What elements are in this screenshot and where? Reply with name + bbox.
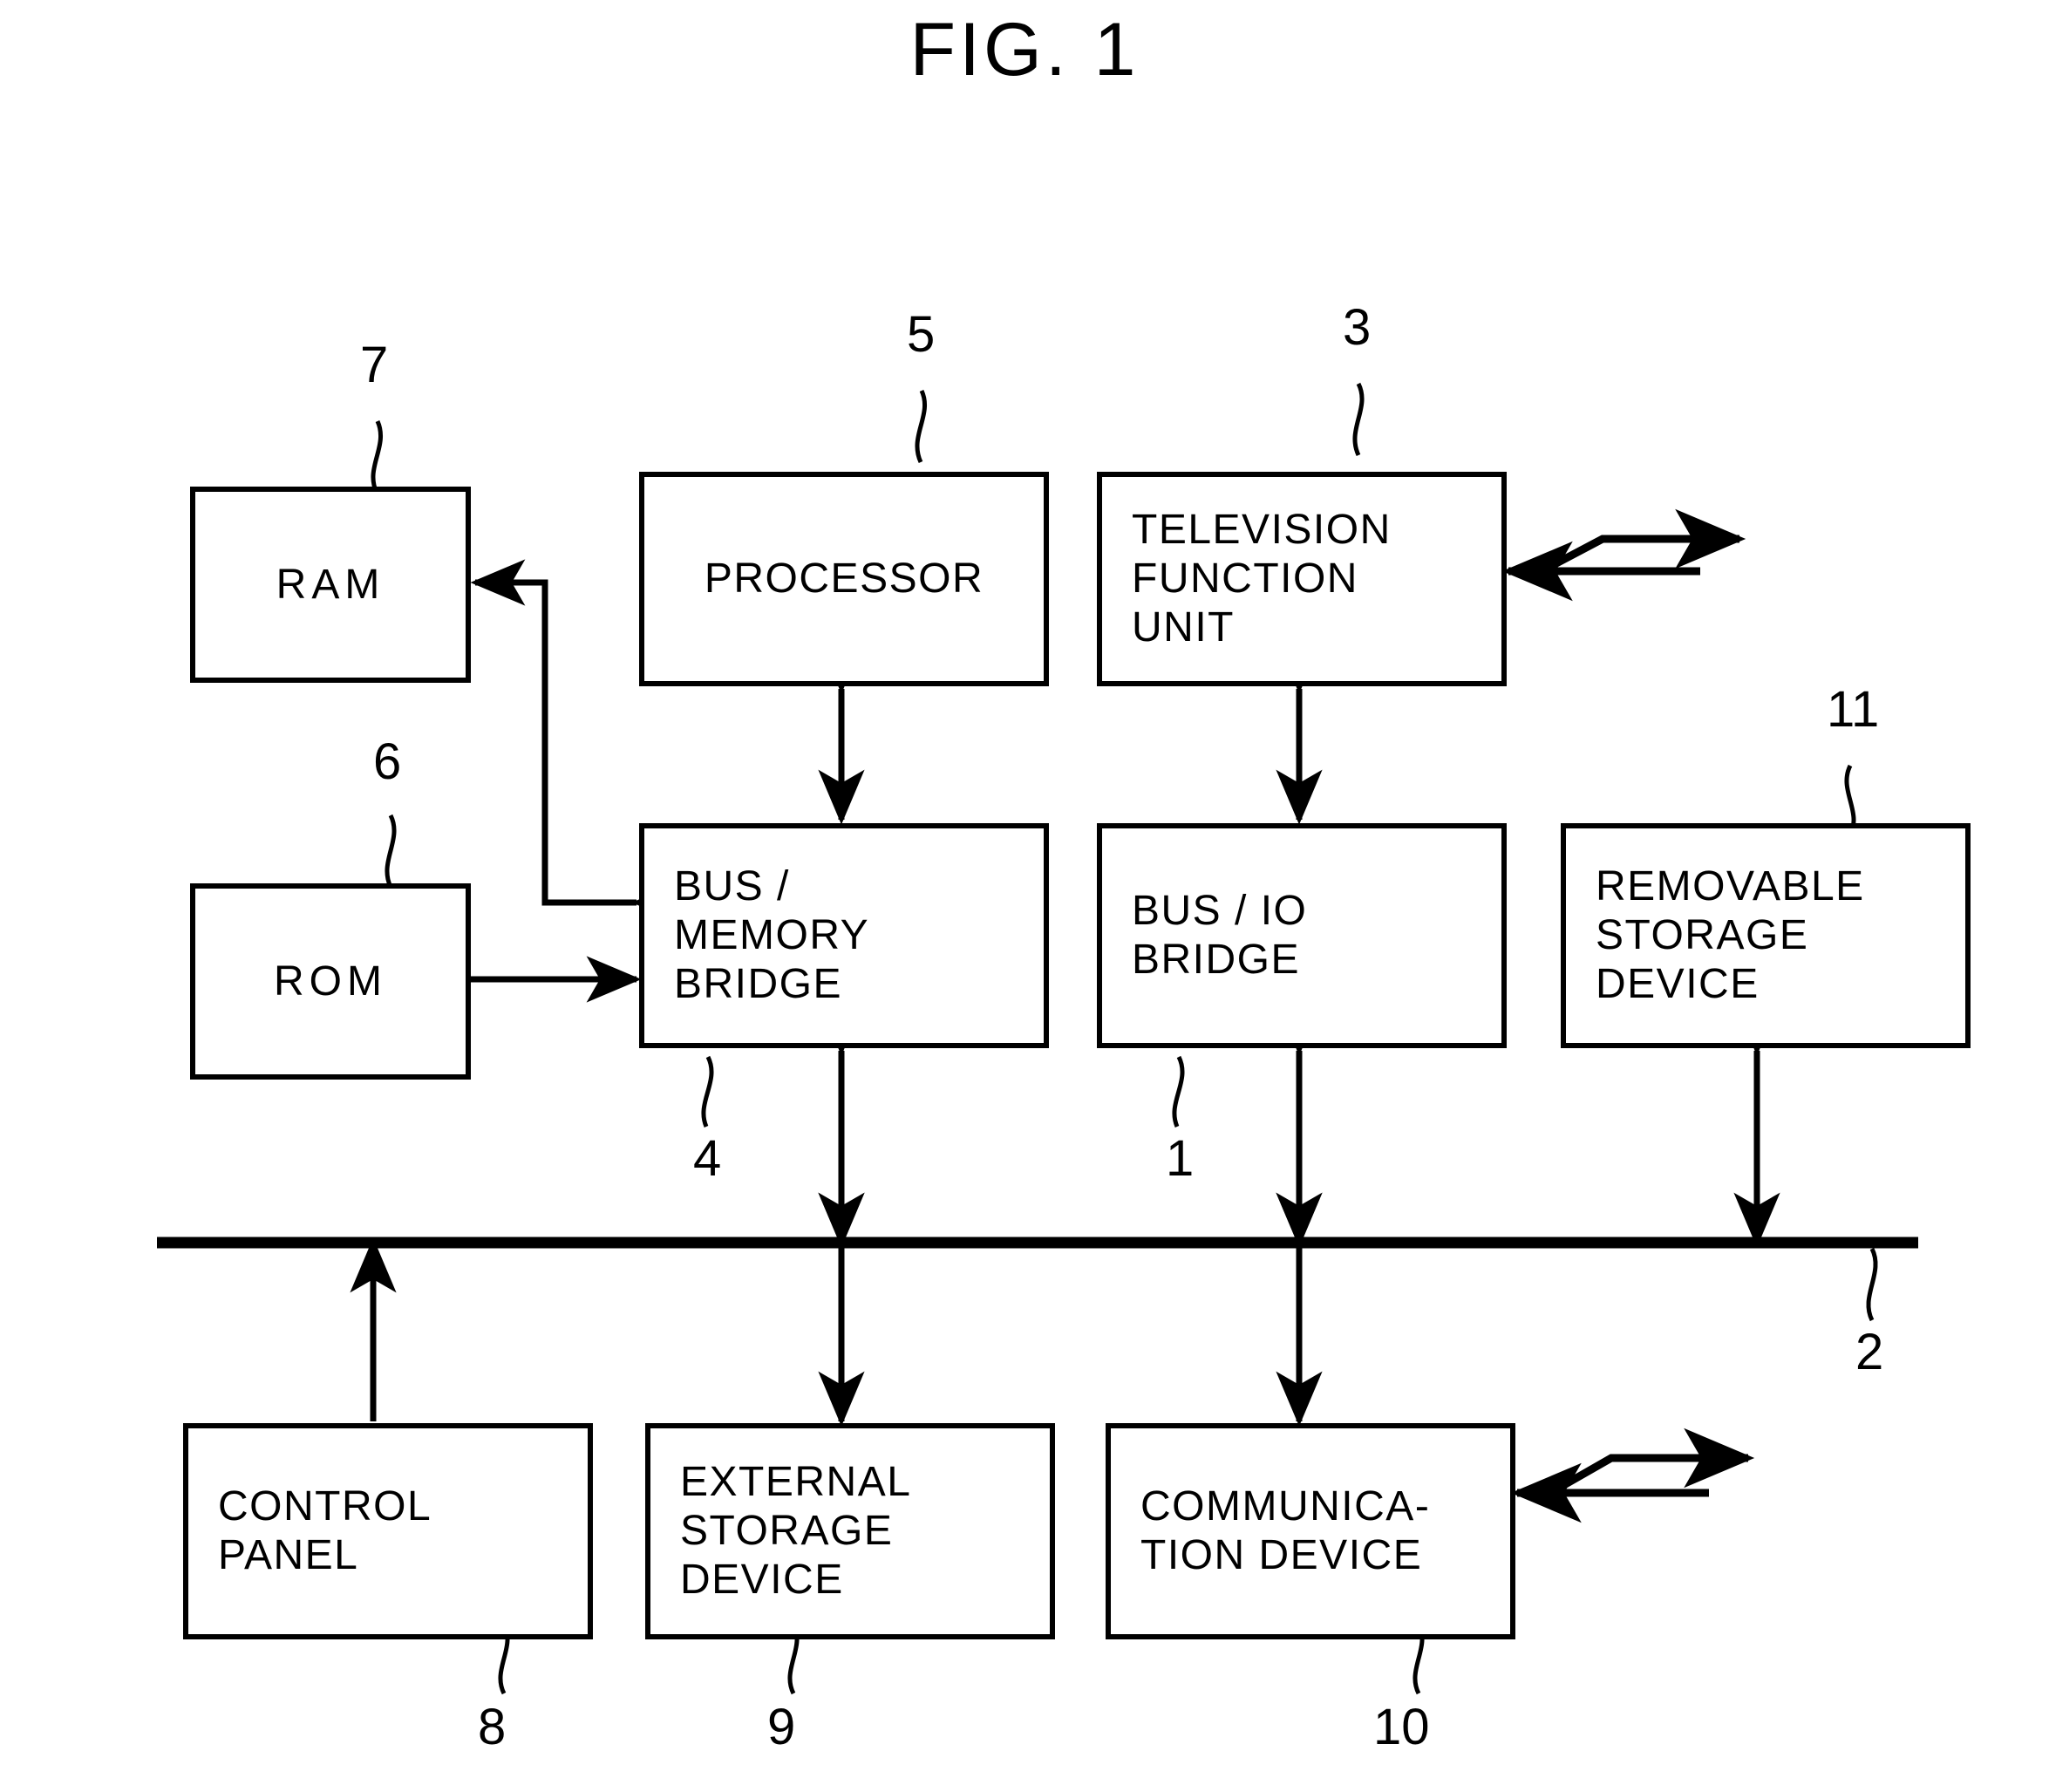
lead-line-busmemory: [701, 1055, 714, 1128]
lead-line-television: [1352, 382, 1365, 457]
ref-numeral-removable-storage-device: 11: [1827, 681, 1880, 738]
node-external-storage-device-label: EXTERNAL STORAGE DEVICE: [680, 1459, 912, 1603]
ref-numeral-external-storage-device: 9: [767, 1699, 796, 1755]
node-television-function-unit[interactable]: TELEVISION FUNCTION UNIT: [1097, 472, 1507, 686]
lead-line-processor: [915, 389, 928, 464]
lead-line-ram: [371, 419, 384, 494]
ref-numeral-bus: 2: [1855, 1324, 1884, 1380]
node-communication-device-label: COMMUNICA- TION DEVICE: [1140, 1483, 1431, 1578]
node-communication-device[interactable]: COMMUNICA- TION DEVICE: [1106, 1423, 1515, 1639]
node-ram[interactable]: RAM: [190, 487, 471, 683]
node-bus-io-bridge-label: BUS / IO BRIDGE: [1132, 888, 1308, 983]
node-bus-io-bridge[interactable]: BUS / IO BRIDGE: [1097, 823, 1507, 1048]
lead-line-rom: [385, 814, 397, 889]
node-ram-label: RAM: [276, 561, 385, 608]
ref-numeral-ram: 7: [360, 337, 389, 393]
external-link-communication: [1510, 1427, 1755, 1523]
lead-line-busio: [1172, 1055, 1185, 1128]
node-external-storage-device[interactable]: EXTERNAL STORAGE DEVICE: [645, 1423, 1055, 1639]
ref-numeral-television-function-unit: 3: [1343, 299, 1372, 356]
node-processor[interactable]: PROCESSOR: [639, 472, 1049, 686]
node-bus-memory-bridge-label: BUS / MEMORY BRIDGE: [674, 863, 870, 1007]
node-television-function-unit-label: TELEVISION FUNCTION UNIT: [1132, 507, 1392, 651]
ref-numeral-rom: 6: [373, 733, 402, 790]
node-control-panel[interactable]: CONTROL PANEL: [183, 1423, 593, 1639]
ref-numeral-communication-device: 10: [1373, 1699, 1430, 1755]
node-removable-storage-device-label: REMOVABLE STORAGE DEVICE: [1596, 863, 1865, 1007]
node-processor-label: PROCESSOR: [704, 555, 984, 603]
link-busmemory-ram: [470, 559, 687, 926]
external-link-television: [1501, 508, 1746, 602]
ref-numeral-bus-memory-bridge: 4: [693, 1130, 722, 1187]
node-bus-memory-bridge[interactable]: BUS / MEMORY BRIDGE: [639, 823, 1049, 1048]
node-control-panel-label: CONTROL PANEL: [218, 1483, 432, 1578]
node-removable-storage-device[interactable]: REMOVABLE STORAGE DEVICE: [1561, 823, 1971, 1048]
node-rom[interactable]: ROM: [190, 883, 471, 1080]
lead-line-bus: [1866, 1247, 1878, 1322]
patent-figure: FIG. 1 RAM ROM PROCESSOR TELEVISION FUNC…: [0, 0, 2049, 1792]
ref-numeral-control-panel: 8: [478, 1699, 507, 1755]
ref-numeral-bus-io-bridge: 1: [1166, 1130, 1195, 1187]
ref-numeral-processor: 5: [907, 306, 936, 363]
node-rom-label: ROM: [274, 957, 387, 1005]
